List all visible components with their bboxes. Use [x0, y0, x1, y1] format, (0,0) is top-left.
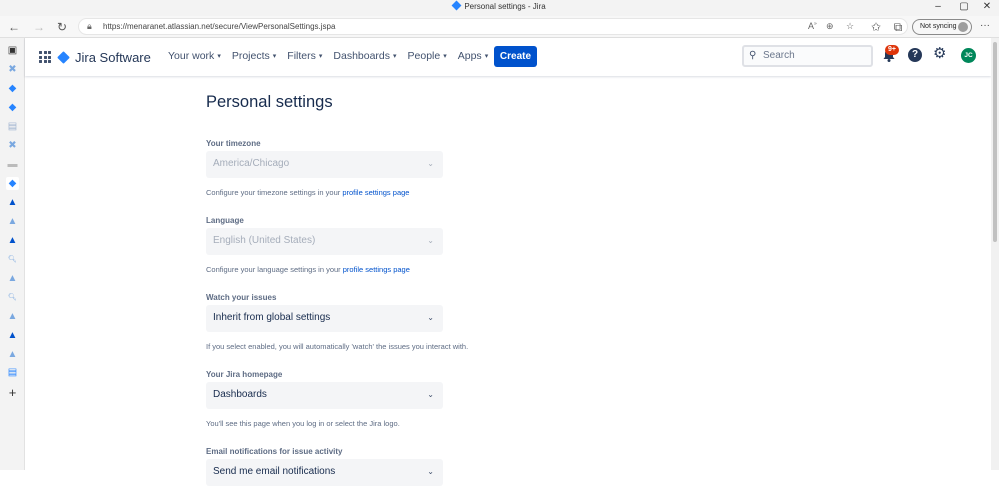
chevron-down-icon: ▾ [318, 53, 323, 60]
watch-issues-select[interactable]: Inherit from global settings ⌄ [206, 305, 443, 332]
browser-vertical-tabs: ▣ ✖ ◆ ◆ ▤ ✖ ▬ ◆ ▲ ▲ ▲ 🔍︎ ▲ 🔍︎ ▲ ▲ ▲ ▤ + [0, 38, 25, 470]
homepage-help-text: You'll see this page when you log in or … [206, 419, 400, 428]
chevron-down-icon: ▾ [443, 53, 447, 60]
chevron-down-icon: ⌄ [427, 313, 434, 322]
new-tab-icon[interactable]: + [6, 386, 19, 399]
favorites-icon[interactable]: ✩ [868, 20, 884, 34]
tab-jira-active-icon[interactable]: ◆ [6, 177, 19, 190]
tab-atlassian-icon[interactable]: ▲ [6, 215, 19, 228]
tab-atlassian-icon[interactable]: ▲ [6, 196, 19, 209]
chevron-down-icon: ⌄ [427, 467, 434, 476]
profile-settings-link[interactable]: profile settings page [342, 188, 409, 197]
timezone-help-text: Configure your timezone settings in your… [206, 188, 410, 197]
zoom-icon[interactable]: ⊕ [826, 21, 834, 32]
jira-logo-icon [57, 50, 70, 64]
nav-dashboards[interactable]: Dashboards ▾ [333, 50, 396, 62]
chevron-down-icon: ▾ [393, 53, 397, 60]
tab-atlassian-icon[interactable]: ▲ [6, 310, 19, 323]
refresh-icon[interactable]: ↻ [54, 20, 70, 34]
tab-jira-icon[interactable]: ◆ [6, 82, 19, 95]
address-bar[interactable]: 🔒︎ https://menaranet.atlassian.net/secur… [78, 18, 908, 35]
page-title: Personal settings [206, 93, 333, 111]
back-arrow-icon[interactable]: ← [6, 20, 22, 34]
tab-atlassian-icon[interactable]: ▲ [6, 234, 19, 247]
language-help-text: Configure your language settings in your… [206, 265, 410, 274]
nav-filters[interactable]: Filters ▾ [287, 50, 322, 62]
watch-issues-label: Watch your issues [206, 293, 277, 302]
chevron-down-icon: ⌄ [427, 390, 434, 399]
browser-toolbar: ← → ↻ 🔒︎ https://menaranet.atlassian.net… [0, 16, 999, 38]
chevron-down-icon: ▾ [217, 53, 221, 60]
tab-actions-icon[interactable]: ▣ [6, 44, 19, 57]
language-label: Language [206, 216, 244, 225]
nav-your-work[interactable]: Your work ▾ [168, 50, 221, 62]
tab-atlassian-icon[interactable]: ▲ [6, 272, 19, 285]
tab-jira-icon[interactable]: ◆ [6, 101, 19, 114]
page-scrollbar[interactable] [991, 38, 999, 470]
chevron-down-icon: ▾ [484, 53, 489, 60]
search-input[interactable]: ⚲ Search [742, 45, 873, 67]
tab-atlassian-icon[interactable]: ▲ [6, 329, 19, 342]
maximize-button[interactable]: ▢ [957, 1, 971, 12]
more-icon[interactable]: ··· [980, 20, 990, 31]
jira-favicon-icon [451, 0, 462, 11]
minimize-button[interactable]: – [931, 1, 945, 12]
tab-page-icon[interactable]: ▬ [6, 158, 19, 171]
language-select: English (United States) ⌄ [206, 228, 443, 255]
tab-atlassian-icon[interactable]: ▲ [6, 348, 19, 361]
create-button[interactable]: Create [494, 46, 537, 67]
nav-projects[interactable]: Projects ▾ [232, 50, 276, 62]
window-title: Personal settings - Jira [0, 0, 999, 11]
tab-document-icon[interactable]: ▤ [6, 366, 19, 379]
avatar[interactable]: JC [961, 48, 976, 63]
forward-arrow-icon[interactable]: → [31, 20, 47, 34]
watch-issues-help-text: If you select enabled, you will automati… [206, 342, 469, 351]
profile-avatar [958, 22, 968, 32]
search-icon: ⚲ [749, 50, 757, 61]
help-icon[interactable]: ? [908, 48, 922, 62]
homepage-label: Your Jira homepage [206, 370, 283, 379]
collections-icon[interactable]: ⧉ [890, 20, 906, 34]
chevron-down-icon: ▾ [272, 53, 277, 60]
tab-confluence-icon[interactable]: ✖ [6, 63, 19, 76]
scrollbar-thumb[interactable] [993, 42, 997, 242]
chevron-down-icon: ⌄ [427, 159, 434, 168]
read-aloud-icon[interactable]: A» [808, 21, 817, 31]
tab-page-icon[interactable]: ▤ [6, 120, 19, 133]
browser-title-bar: Personal settings - Jira – ▢ ✕ [0, 0, 999, 16]
notification-badge: 9+ [885, 45, 899, 55]
jira-logo[interactable]: Jira Software [57, 48, 151, 66]
timezone-select: America/Chicago ⌄ [206, 151, 443, 178]
jira-top-navigation: Jira Software Your work ▾ Projects ▾ Filte… [25, 38, 991, 76]
gear-icon[interactable]: ⚙ [933, 46, 946, 62]
homepage-select[interactable]: Dashboards ⌄ [206, 382, 443, 409]
timezone-label: Your timezone [206, 139, 261, 148]
email-notifications-select[interactable]: Send me email notifications ⌄ [206, 459, 443, 486]
nav-people[interactable]: People ▾ [408, 50, 447, 62]
email-notifications-label: Email notifications for issue activity [206, 447, 343, 456]
favorite-icon[interactable]: ☆ [846, 21, 854, 32]
profile-settings-link[interactable]: profile settings page [343, 265, 410, 274]
close-window-button[interactable]: ✕ [980, 1, 994, 12]
nav-apps[interactable]: Apps ▾ [458, 50, 488, 62]
tab-search-icon[interactable]: 🔍︎ [6, 291, 19, 304]
tab-search-icon[interactable]: 🔍︎ [6, 253, 19, 266]
primary-nav: Your work ▾ Projects ▾ Filters ▾ Dashboards… [168, 50, 499, 62]
chevron-down-icon: ⌄ [427, 236, 434, 245]
tab-confluence-icon[interactable]: ✖ [6, 139, 19, 152]
url-text[interactable]: https://menaranet.atlassian.net/secure/V… [103, 22, 335, 31]
sync-profile-button[interactable]: Not syncing [912, 19, 972, 35]
app-switcher-icon[interactable] [39, 51, 51, 63]
lock-icon: 🔒︎ [87, 21, 92, 31]
